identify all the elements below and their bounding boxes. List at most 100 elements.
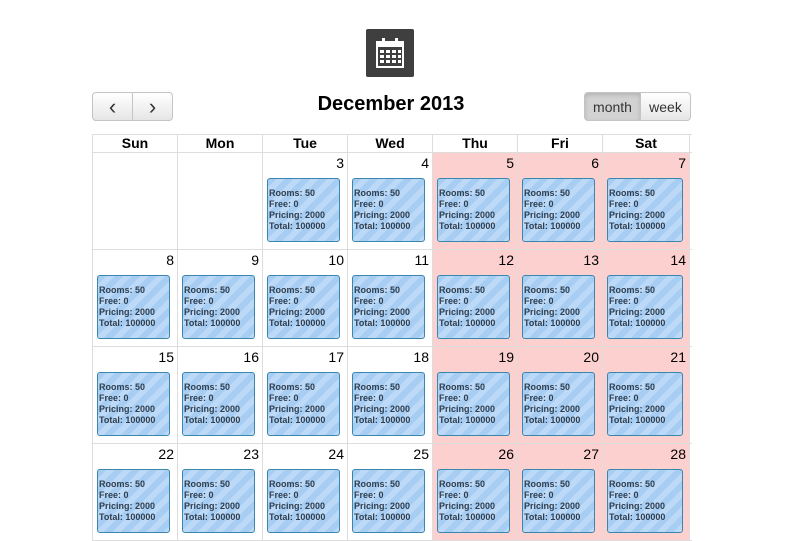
event-pricing-text: Pricing: 2000 (99, 501, 156, 511)
weekday-header-tue: Tue (262, 135, 347, 152)
event-pricing-text: Pricing: 2000 (609, 210, 666, 220)
event-total-text: Total: 100000 (439, 512, 496, 522)
day-cell[interactable]: 9 Rooms: 50 Free: 0 Pricing: 2000 Total: 100… (177, 250, 262, 346)
day-cell[interactable]: 11 Rooms: 50 Free: 0 Pricing: 2000 Total: 10… (347, 250, 432, 346)
event-rooms-text: Rooms: 50 (609, 479, 656, 489)
day-cell[interactable]: 16 Rooms: 50 Free: 0 Pricing: 2000 Total: 10… (177, 347, 262, 443)
day-number: 22 (158, 446, 174, 462)
day-cell[interactable]: 27 Rooms: 50 Free: 0 Pricing: 2000 Total: 10… (517, 444, 602, 540)
room-event[interactable]: Rooms: 50 Free: 0 Pricing: 2000 Total: 1000… (97, 275, 170, 339)
day-cell[interactable]: 20 Rooms: 50 Free: 0 Pricing: 2000 Total: 10… (517, 347, 602, 443)
room-event[interactable]: Rooms: 50 Free: 0 Pricing: 2000 Total: 1000… (522, 275, 595, 339)
event-free-text: Free: 0 (354, 393, 384, 403)
event-pricing-text: Pricing: 2000 (269, 210, 326, 220)
event-free-text: Free: 0 (609, 199, 639, 209)
room-event[interactable]: Rooms: 50 Free: 0 Pricing: 2000 Total: 1000… (437, 469, 510, 533)
room-event[interactable]: Rooms: 50 Free: 0 Pricing: 2000 Total: 1000… (97, 469, 170, 533)
day-cell[interactable]: 25 Rooms: 50 Free: 0 Pricing: 2000 Total: 10… (347, 444, 432, 540)
room-event[interactable]: Rooms: 50 Free: 0 Pricing: 2000 Total: 1000… (607, 178, 683, 242)
day-number: 7 (678, 155, 686, 171)
weekday-header-row: Sun Mon Tue Wed Thu Fri Sat (92, 134, 692, 153)
day-cell[interactable]: 14 Rooms: 50 Free: 0 Pricing: 2000 Total: 10… (602, 250, 690, 346)
event-rooms-text: Rooms: 50 (524, 285, 571, 295)
day-cell[interactable]: 23 Rooms: 50 Free: 0 Pricing: 2000 Total: 10… (177, 444, 262, 540)
room-event[interactable]: Rooms: 50 Free: 0 Pricing: 2000 Total: 1000… (522, 469, 595, 533)
event-total-text: Total: 100000 (609, 318, 666, 328)
room-event[interactable]: Rooms: 50 Free: 0 Pricing: 2000 Total: 1000… (437, 372, 510, 436)
room-event[interactable]: Rooms: 50 Free: 0 Pricing: 2000 Total: 1000… (97, 372, 170, 436)
event-free-text: Free: 0 (524, 296, 554, 306)
event-rooms-text: Rooms: 50 (609, 382, 656, 392)
event-pricing-text: Pricing: 2000 (269, 404, 326, 414)
day-number: 18 (413, 349, 429, 365)
event-pricing-text: Pricing: 2000 (524, 210, 581, 220)
room-event[interactable]: Rooms: 50 Free: 0 Pricing: 2000 Total: 1000… (352, 178, 425, 242)
month-view-button[interactable]: month (584, 92, 641, 121)
room-event[interactable]: Rooms: 50 Free: 0 Pricing: 2000 Total: 1000… (437, 275, 510, 339)
day-cell[interactable]: 24 Rooms: 50 Free: 0 Pricing: 2000 Total: 10… (262, 444, 347, 540)
room-event[interactable]: Rooms: 50 Free: 0 Pricing: 2000 Total: 1000… (522, 178, 595, 242)
event-rooms-text: Rooms: 50 (354, 188, 401, 198)
day-cell[interactable]: 28 Rooms: 50 Free: 0 Pricing: 2000 Total: 10… (602, 444, 690, 540)
calendar-icon (366, 29, 414, 77)
day-cell[interactable]: 26 Rooms: 50 Free: 0 Pricing: 2000 Total: 10… (432, 444, 517, 540)
room-event[interactable]: Rooms: 50 Free: 0 Pricing: 2000 Total: 1000… (182, 469, 255, 533)
day-cell[interactable]: 21 Rooms: 50 Free: 0 Pricing: 2000 Total: 10… (602, 347, 690, 443)
next-month-button[interactable]: › (133, 92, 173, 121)
day-cell[interactable]: 15 Rooms: 50 Free: 0 Pricing: 2000 Total: 10… (92, 347, 177, 443)
event-pricing-text: Pricing: 2000 (439, 210, 496, 220)
day-cell[interactable]: 19 Rooms: 50 Free: 0 Pricing: 2000 Total: 10… (432, 347, 517, 443)
event-pricing-text: Pricing: 2000 (184, 307, 241, 317)
event-free-text: Free: 0 (354, 199, 384, 209)
week-view-button[interactable]: week (641, 92, 691, 121)
room-event[interactable]: Rooms: 50 Free: 0 Pricing: 2000 Total: 1000… (607, 372, 683, 436)
day-cell[interactable] (92, 153, 177, 249)
day-cell[interactable]: 13 Rooms: 50 Free: 0 Pricing: 2000 Total: 10… (517, 250, 602, 346)
room-event[interactable]: Rooms: 50 Free: 0 Pricing: 2000 Total: 1000… (522, 372, 595, 436)
event-free-text: Free: 0 (354, 296, 384, 306)
event-free-text: Free: 0 (269, 393, 299, 403)
event-free-text: Free: 0 (184, 296, 214, 306)
room-event[interactable]: Rooms: 50 Free: 0 Pricing: 2000 Total: 1000… (182, 275, 255, 339)
week-row: 22 Rooms: 50 Free: 0 Pricing: 2000 Total: 10… (92, 444, 692, 541)
day-cell[interactable]: 5 Rooms: 50 Free: 0 Pricing: 2000 Total: 100… (432, 153, 517, 249)
event-rooms-text: Rooms: 50 (269, 188, 316, 198)
event-rooms-text: Rooms: 50 (354, 479, 401, 489)
event-total-text: Total: 100000 (524, 318, 581, 328)
room-event[interactable]: Rooms: 50 Free: 0 Pricing: 2000 Total: 1000… (607, 469, 683, 533)
event-pricing-text: Pricing: 2000 (354, 404, 411, 414)
day-number: 25 (413, 446, 429, 462)
event-rooms-text: Rooms: 50 (99, 382, 146, 392)
day-cell[interactable]: 17 Rooms: 50 Free: 0 Pricing: 2000 Total: 10… (262, 347, 347, 443)
event-pricing-text: Pricing: 2000 (354, 501, 411, 511)
room-event[interactable]: Rooms: 50 Free: 0 Pricing: 2000 Total: 1000… (182, 372, 255, 436)
room-event[interactable]: Rooms: 50 Free: 0 Pricing: 2000 Total: 1000… (267, 372, 340, 436)
day-cell[interactable]: 4 Rooms: 50 Free: 0 Pricing: 2000 Total: 100… (347, 153, 432, 249)
room-event[interactable]: Rooms: 50 Free: 0 Pricing: 2000 Total: 1000… (267, 275, 340, 339)
day-cell[interactable]: 8 Rooms: 50 Free: 0 Pricing: 2000 Total: 100… (92, 250, 177, 346)
event-pricing-text: Pricing: 2000 (524, 501, 581, 511)
day-cell[interactable]: 10 Rooms: 50 Free: 0 Pricing: 2000 Total: 10… (262, 250, 347, 346)
day-cell[interactable]: 18 Rooms: 50 Free: 0 Pricing: 2000 Total: 10… (347, 347, 432, 443)
day-cell[interactable]: 7 Rooms: 50 Free: 0 Pricing: 2000 Total: 100… (602, 153, 690, 249)
event-total-text: Total: 100000 (524, 512, 581, 522)
event-total-text: Total: 100000 (354, 512, 411, 522)
event-free-text: Free: 0 (184, 490, 214, 500)
event-total-text: Total: 100000 (269, 221, 326, 231)
day-cell[interactable]: 3 Rooms: 50 Free: 0 Pricing: 2000 Total: 100… (262, 153, 347, 249)
room-event[interactable]: Rooms: 50 Free: 0 Pricing: 2000 Total: 1000… (607, 275, 683, 339)
room-event[interactable]: Rooms: 50 Free: 0 Pricing: 2000 Total: 1000… (267, 469, 340, 533)
day-cell[interactable] (177, 153, 262, 249)
event-free-text: Free: 0 (269, 296, 299, 306)
room-event[interactable]: Rooms: 50 Free: 0 Pricing: 2000 Total: 1000… (352, 372, 425, 436)
room-event[interactable]: Rooms: 50 Free: 0 Pricing: 2000 Total: 1000… (352, 469, 425, 533)
day-cell[interactable]: 22 Rooms: 50 Free: 0 Pricing: 2000 Total: 10… (92, 444, 177, 540)
day-cell[interactable]: 12 Rooms: 50 Free: 0 Pricing: 2000 Total: 10… (432, 250, 517, 346)
day-cell[interactable]: 6 Rooms: 50 Free: 0 Pricing: 2000 Total: 100… (517, 153, 602, 249)
room-event[interactable]: Rooms: 50 Free: 0 Pricing: 2000 Total: 1000… (267, 178, 340, 242)
event-total-text: Total: 100000 (99, 318, 156, 328)
room-event[interactable]: Rooms: 50 Free: 0 Pricing: 2000 Total: 1000… (437, 178, 510, 242)
room-event[interactable]: Rooms: 50 Free: 0 Pricing: 2000 Total: 1000… (352, 275, 425, 339)
event-rooms-text: Rooms: 50 (439, 188, 486, 198)
prev-month-button[interactable]: ‹ (92, 92, 133, 121)
